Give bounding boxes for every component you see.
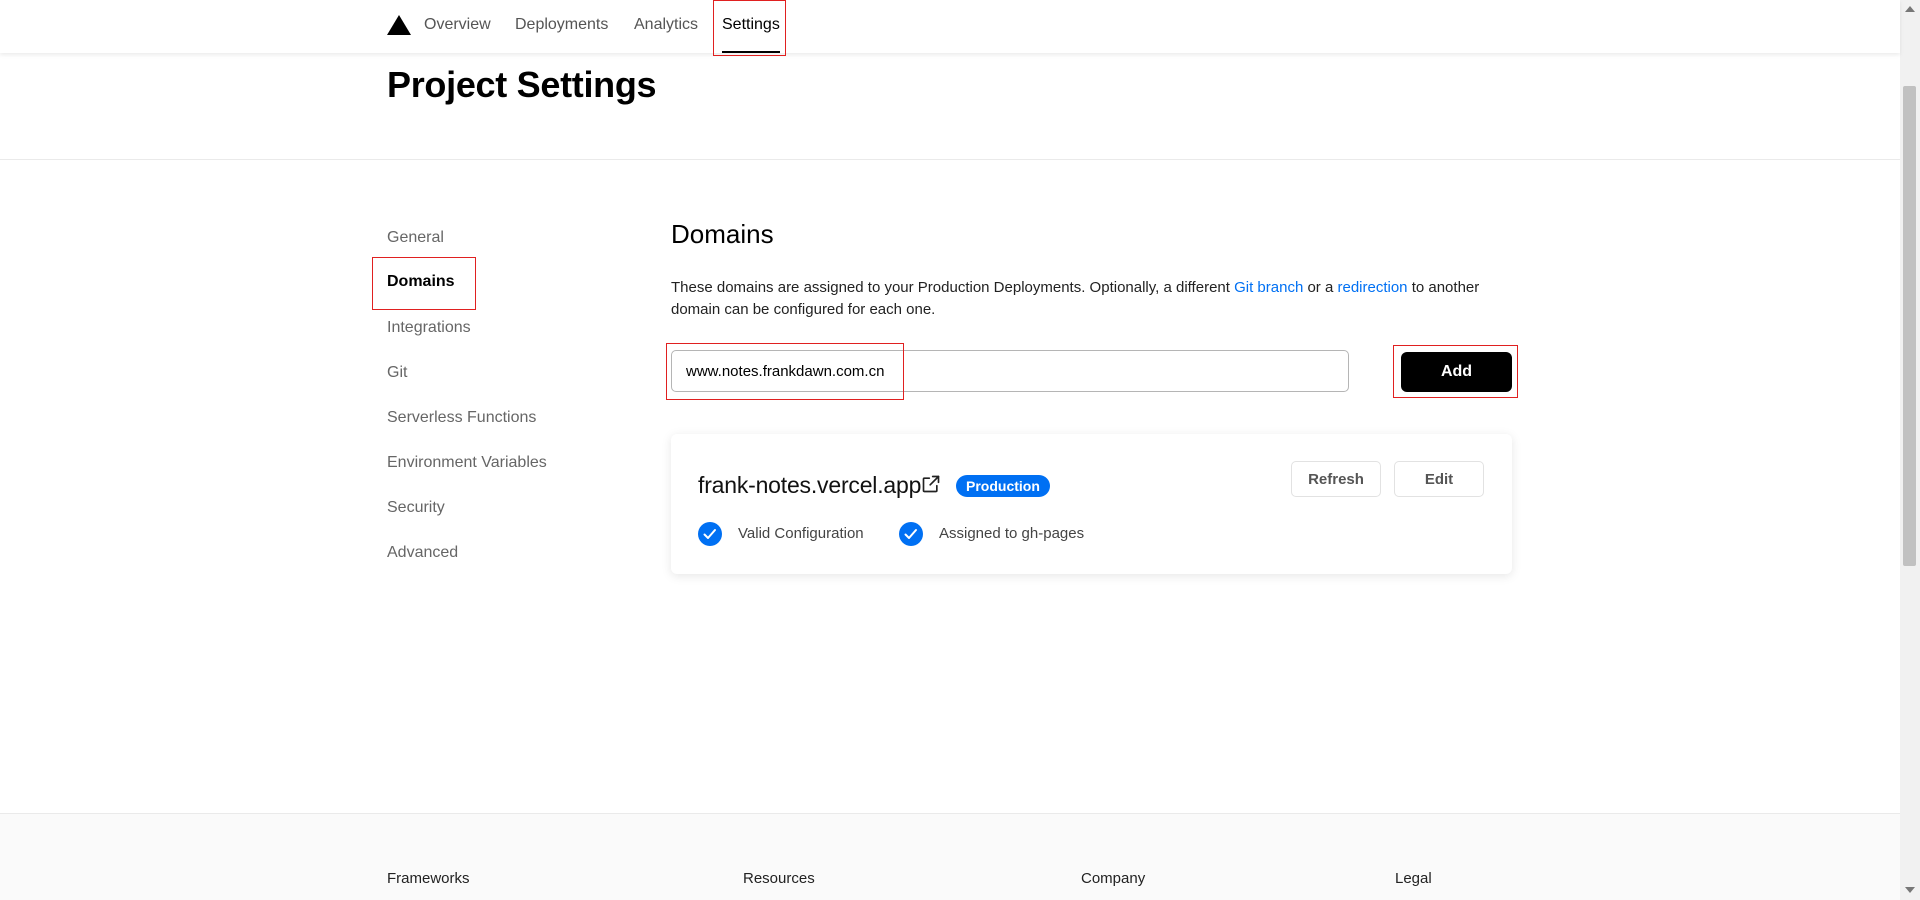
domains-title: Domains	[671, 219, 774, 249]
scrollbar-thumb[interactable]	[1903, 86, 1916, 566]
scroll-down-arrow-icon[interactable]	[1905, 887, 1915, 893]
production-badge: Production	[956, 475, 1050, 497]
header-divider	[0, 159, 1900, 160]
status-valid-configuration: Valid Configuration	[738, 525, 864, 542]
description-text: These domains are assigned to your Produ…	[671, 279, 1235, 296]
footer-heading-frameworks[interactable]: Frameworks	[387, 870, 470, 887]
scroll-up-arrow-icon[interactable]	[1905, 6, 1915, 12]
sidebar-item-git[interactable]: Git	[387, 364, 407, 382]
redirection-link[interactable]: redirection	[1337, 279, 1407, 296]
footer-heading-resources[interactable]: Resources	[743, 870, 815, 887]
domain-name: frank-notes.vercel.app	[698, 472, 922, 498]
sidebar-item-general[interactable]: General	[387, 229, 444, 247]
sidebar-item-serverless-functions[interactable]: Serverless Functions	[387, 409, 536, 427]
sidebar-item-advanced[interactable]: Advanced	[387, 544, 458, 562]
footer-heading-company[interactable]: Company	[1081, 870, 1145, 887]
domain-card: frank-notes.vercel.app Production Refres…	[671, 434, 1512, 574]
footer-heading-legal[interactable]: Legal	[1395, 870, 1432, 887]
check-circle-icon	[899, 522, 923, 546]
refresh-button[interactable]: Refresh	[1291, 461, 1381, 497]
external-link-icon[interactable]	[921, 474, 941, 494]
sidebar-item-domains[interactable]: Domains	[387, 273, 455, 291]
tab-settings[interactable]: Settings	[722, 0, 780, 53]
git-branch-link[interactable]: Git branch	[1234, 279, 1303, 296]
tab-analytics[interactable]: Analytics	[634, 0, 698, 53]
top-nav: Overview Deployments Analytics Settings	[0, 0, 1900, 53]
check-circle-icon	[698, 522, 722, 546]
page: Overview Deployments Analytics Settings …	[0, 0, 1920, 900]
description-text: or a	[1303, 279, 1338, 296]
triangle-logo-icon[interactable]	[387, 15, 411, 35]
edit-button[interactable]: Edit	[1394, 461, 1484, 497]
add-domain-button[interactable]: Add	[1401, 352, 1512, 392]
domains-description: These domains are assigned to your Produ…	[671, 277, 1511, 321]
domain-input[interactable]	[671, 350, 1349, 392]
status-assigned-branch: Assigned to gh-pages	[939, 525, 1085, 542]
sidebar-item-environment-variables[interactable]: Environment Variables	[387, 454, 547, 472]
sidebar-item-integrations[interactable]: Integrations	[387, 319, 471, 337]
footer: Frameworks Resources Company Legal	[0, 813, 1900, 900]
page-title: Project Settings	[387, 64, 657, 105]
tab-overview[interactable]: Overview	[424, 0, 491, 53]
sidebar-item-security[interactable]: Security	[387, 499, 445, 517]
tab-deployments[interactable]: Deployments	[515, 0, 608, 53]
